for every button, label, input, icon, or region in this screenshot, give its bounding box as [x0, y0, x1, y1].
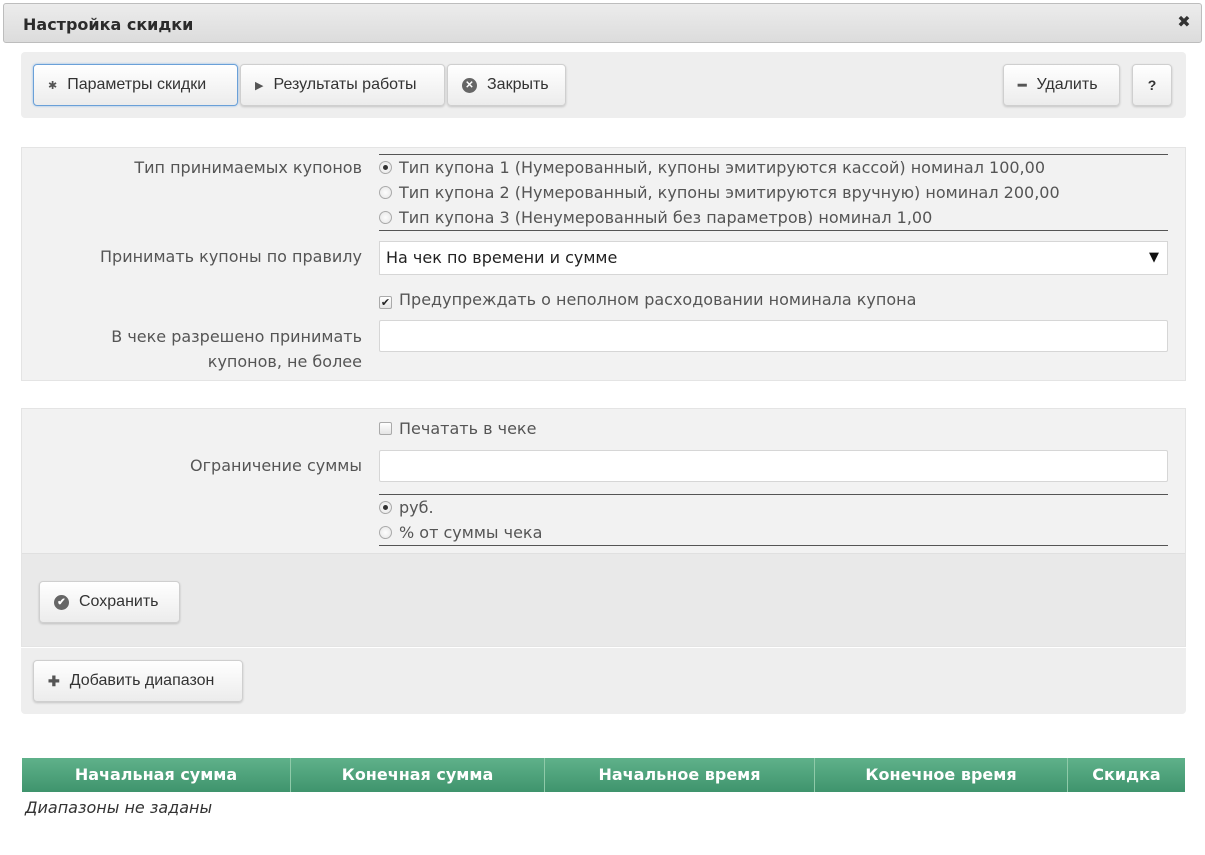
coupon-type-option-label: Тип купона 3 (Ненумерованный без парамет… — [399, 208, 933, 227]
column-header[interactable]: Скидка — [1068, 758, 1185, 792]
close-button-label: Закрыть — [487, 76, 549, 93]
empty-table-message: Диапазоны не заданы — [25, 798, 213, 817]
unit-option-label: % от суммы чека — [399, 523, 543, 542]
coupon-type-option-label: Тип купона 1 (Нумерованный, купоны эмити… — [399, 158, 1045, 177]
radio-icon[interactable] — [379, 211, 392, 224]
check-circle-icon: ✔ — [54, 594, 69, 610]
radio-icon[interactable] — [379, 161, 392, 174]
coupon-settings-panel: Тип принимаемых купонов Тип купона 1 (Ну… — [21, 147, 1186, 381]
close-circle-icon: ✕ — [462, 77, 477, 93]
radio-icon[interactable] — [379, 526, 392, 539]
delete-button[interactable]: ━ Удалить — [1003, 64, 1120, 106]
radio-icon[interactable] — [379, 501, 392, 514]
minus-icon: ━ — [1018, 76, 1027, 93]
column-header[interactable]: Начальное время — [545, 758, 815, 792]
unit-option-percent[interactable]: % от суммы чека — [379, 520, 542, 545]
limit-label: Ограничение суммы — [190, 456, 362, 475]
add-range-button-label: Добавить диапазон — [69, 672, 215, 689]
unit-option-rub[interactable]: руб. — [379, 495, 434, 520]
tab-discount-params[interactable]: ✱ Параметры скидки — [33, 64, 238, 106]
divider — [379, 545, 1168, 546]
plus-icon: ✚ — [48, 672, 60, 689]
checkbox-icon[interactable]: ✔ — [379, 296, 392, 309]
print-checkbox-label: Печатать в чеке — [399, 419, 537, 438]
toolbar: ✱ Параметры скидки ▶ Результаты работы ✕… — [21, 52, 1186, 118]
max-coupons-input[interactable] — [379, 320, 1168, 352]
coupon-type-option-3[interactable]: Тип купона 3 (Ненумерованный без парамет… — [379, 205, 932, 230]
max-coupons-label-line2: купонов, не более — [207, 352, 362, 371]
play-icon: ▶ — [255, 79, 264, 92]
rule-label: Принимать купоны по правилу — [100, 247, 362, 266]
divider — [379, 230, 1168, 231]
save-button[interactable]: ✔ Сохранить — [39, 581, 180, 623]
rule-select-value: На чек по времени и сумме — [386, 248, 618, 267]
column-header[interactable]: Конечная сумма — [291, 758, 545, 792]
ranges-table-header: Начальная сумма Конечная сумма Начальное… — [22, 758, 1185, 792]
checkbox-icon[interactable] — [379, 422, 392, 435]
gear-icon: ✱ — [48, 79, 58, 92]
coupon-type-option-1[interactable]: Тип купона 1 (Нумерованный, купоны эмити… — [379, 155, 1045, 180]
warn-checkbox-label: Предупреждать о неполном расходовании но… — [399, 290, 917, 309]
delete-button-label: Удалить — [1036, 76, 1098, 93]
unit-option-label: руб. — [399, 498, 434, 517]
ranges-toolbar: ✚ Добавить диапазон — [21, 648, 1186, 714]
save-button-label: Сохранить — [79, 593, 159, 610]
dropdown-arrow-icon: ▼ — [1149, 250, 1159, 265]
column-header[interactable]: Конечное время — [815, 758, 1068, 792]
save-area: ✔ Сохранить — [22, 553, 1185, 646]
print-checkbox-row[interactable]: Печатать в чеке — [379, 416, 536, 441]
divider — [379, 494, 1168, 495]
sum-limit-panel: Печатать в чеке Ограничение суммы руб. %… — [21, 408, 1186, 647]
tab-discount-params-label: Параметры скидки — [67, 76, 207, 93]
column-header[interactable]: Начальная сумма — [22, 758, 291, 792]
dialog-titlebar: Настройка скидки ✖ — [3, 3, 1202, 43]
dialog-title: Настройка скидки — [23, 15, 194, 34]
warn-checkbox-row[interactable]: ✔ Предупреждать о неполном расходовании н… — [379, 287, 916, 312]
close-icon[interactable]: ✖ — [1176, 14, 1192, 30]
max-coupons-label-line1: В чеке разрешено принимать — [111, 327, 362, 346]
tab-results[interactable]: ▶ Результаты работы — [240, 64, 445, 106]
radio-icon[interactable] — [379, 186, 392, 199]
coupon-type-option-label: Тип купона 2 (Нумерованный, купоны эмити… — [399, 183, 1060, 202]
help-button[interactable]: ? — [1132, 64, 1172, 106]
add-range-button[interactable]: ✚ Добавить диапазон — [33, 660, 243, 702]
limit-input[interactable] — [379, 450, 1168, 482]
coupon-type-option-2[interactable]: Тип купона 2 (Нумерованный, купоны эмити… — [379, 180, 1060, 205]
coupon-type-label: Тип принимаемых купонов — [134, 158, 362, 177]
close-button[interactable]: ✕ Закрыть — [447, 64, 566, 106]
rule-select[interactable]: На чек по времени и сумме ▼ — [379, 241, 1168, 275]
tab-results-label: Результаты работы — [273, 76, 417, 93]
